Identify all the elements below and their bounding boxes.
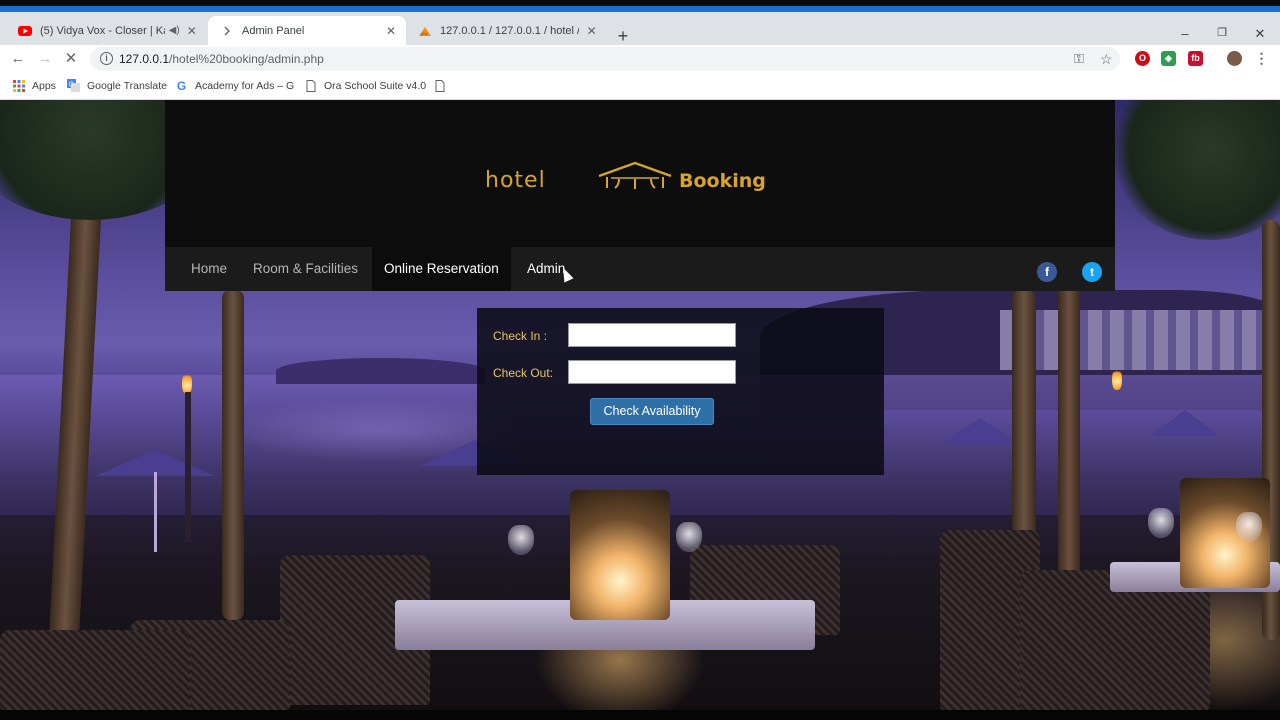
background-headland bbox=[276, 358, 486, 384]
tab-title: 127.0.0.1 / 127.0.0.1 / hotel / m bbox=[440, 24, 580, 37]
bookmark-apps[interactable]: Apps bbox=[12, 79, 56, 92]
extension-fb-icon[interactable]: fb bbox=[1188, 51, 1203, 66]
phpmyadmin-icon: php bbox=[418, 24, 432, 38]
star-bookmark-icon[interactable]: ☆ bbox=[1100, 51, 1113, 68]
browser-toolbar: ← → ✕ i 127.0.0.1/hotel%20booking/admin.… bbox=[0, 45, 1280, 73]
url-text[interactable]: 127.0.0.1/hotel%20booking/admin.php bbox=[119, 52, 324, 66]
reservation-form: Check In : Check Out: Check Availability bbox=[477, 308, 884, 475]
background-torch-flame bbox=[182, 372, 192, 394]
hotel-roof-logo-icon bbox=[598, 161, 672, 189]
window-frame-bottom bbox=[0, 710, 1280, 720]
forward-button[interactable]: → bbox=[36, 50, 54, 68]
facebook-icon[interactable]: f bbox=[1037, 262, 1057, 282]
site-navigation: Home Room & Facilities Online Reservatio… bbox=[165, 247, 1115, 291]
tab-bar: (5) Vidya Vox - Closer | Kabir ◀) ✕ Admi… bbox=[0, 12, 1280, 45]
page-icon bbox=[304, 79, 317, 92]
bookmark-label: Ora School Suite v4.0 bbox=[324, 79, 427, 92]
hotel-booking-logo[interactable]: hotel Booking bbox=[485, 160, 805, 200]
bookmark-google-translate[interactable]: G Google Translate bbox=[67, 79, 167, 92]
background-wine-glass bbox=[508, 525, 534, 555]
twitter-glyph: t bbox=[1090, 265, 1094, 279]
google-icon: G bbox=[176, 78, 187, 93]
background-palm-tree bbox=[222, 290, 244, 620]
new-tab-button[interactable]: + bbox=[614, 27, 632, 46]
back-button[interactable]: ← bbox=[9, 50, 27, 68]
bookmark-ora-school-suite[interactable]: Ora School Suite v4.0 bbox=[304, 79, 426, 92]
site-info-icon[interactable]: i bbox=[100, 52, 113, 65]
background-palm-fronds bbox=[1110, 100, 1280, 240]
key-icon[interactable]: ⚿ bbox=[1074, 51, 1084, 67]
svg-text:php: php bbox=[421, 31, 428, 36]
loading-icon bbox=[220, 24, 234, 38]
check-availability-button[interactable]: Check Availability bbox=[590, 398, 714, 425]
close-tab-icon[interactable]: ✕ bbox=[186, 24, 198, 38]
bookmark-academy-for-ads[interactable]: G Academy for Ads – G bbox=[175, 78, 295, 93]
address-bar[interactable]: i 127.0.0.1/hotel%20booking/admin.php ⚿ … bbox=[90, 47, 1120, 71]
background-palm-tree bbox=[1058, 250, 1080, 610]
logo-text-booking: Booking bbox=[679, 170, 766, 192]
bookmark-untitled[interactable] bbox=[433, 79, 453, 92]
extension-icon[interactable]: ◆ bbox=[1161, 51, 1176, 66]
check-out-label: Check Out: bbox=[493, 366, 554, 380]
nav-online-reservation[interactable]: Online Reservation bbox=[372, 247, 511, 291]
window-frame-top bbox=[0, 0, 1280, 12]
background-wine-glass bbox=[1148, 508, 1174, 538]
background-torch bbox=[185, 392, 191, 542]
logo-text-hotel: hotel bbox=[485, 168, 546, 193]
close-tab-icon[interactable]: ✕ bbox=[585, 24, 598, 38]
page-viewport: hotel Booking Home Room & Facilities Onl… bbox=[0, 100, 1280, 710]
tab-youtube[interactable]: (5) Vidya Vox - Closer | Kabir ◀) ✕ bbox=[6, 16, 206, 45]
speaker-icon[interactable]: ◀) bbox=[169, 25, 180, 36]
nav-home[interactable]: Home bbox=[179, 247, 239, 291]
svg-text:G: G bbox=[69, 82, 74, 89]
bookmark-label: Apps bbox=[32, 79, 56, 92]
bookmark-label: Google Translate bbox=[87, 79, 167, 92]
maximize-button[interactable]: ❐ bbox=[1212, 26, 1232, 39]
bookmark-label: Academy for Ads – G bbox=[195, 79, 295, 92]
page-icon bbox=[433, 79, 446, 92]
profile-avatar[interactable] bbox=[1227, 51, 1242, 66]
url-host: 127.0.0.1 bbox=[119, 52, 170, 66]
site-header: hotel Booking bbox=[165, 100, 1115, 247]
close-window-button[interactable]: ✕ bbox=[1250, 26, 1270, 42]
nav-room-facilities[interactable]: Room & Facilities bbox=[241, 247, 370, 291]
bookmarks-bar: Apps G Google Translate G Academy for Ad… bbox=[0, 73, 1280, 100]
twitter-icon[interactable]: t bbox=[1082, 262, 1102, 282]
minimize-button[interactable]: – bbox=[1175, 26, 1195, 41]
apps-grid-icon bbox=[12, 79, 25, 92]
url-path: /hotel%20booking/admin.php bbox=[169, 52, 324, 66]
tab-title: (5) Vidya Vox - Closer | Kabir bbox=[40, 24, 165, 37]
opera-extension-icon[interactable]: O bbox=[1135, 51, 1150, 66]
background-umbrella-pole bbox=[154, 472, 157, 552]
tab-admin-panel[interactable]: Admin Panel ✕ bbox=[208, 16, 406, 45]
tab-phpmyadmin[interactable]: php 127.0.0.1 / 127.0.0.1 / hotel / m ✕ bbox=[406, 16, 606, 45]
background-resort-buildings bbox=[1000, 310, 1270, 370]
stop-loading-button[interactable]: ✕ bbox=[62, 50, 80, 68]
translate-icon: G bbox=[67, 79, 80, 92]
menu-dots-icon[interactable]: ⋮ bbox=[1254, 51, 1269, 66]
close-tab-icon[interactable]: ✕ bbox=[384, 24, 398, 38]
youtube-icon bbox=[18, 24, 32, 38]
check-in-label: Check In : bbox=[493, 329, 548, 343]
check-in-input[interactable] bbox=[568, 323, 736, 347]
background-chair bbox=[0, 630, 190, 710]
background-lantern bbox=[570, 490, 670, 620]
background-wine-glass bbox=[676, 522, 702, 552]
facebook-glyph: f bbox=[1045, 265, 1049, 279]
tab-title: Admin Panel bbox=[242, 24, 305, 37]
check-out-input[interactable] bbox=[568, 360, 736, 384]
background-wine-glass bbox=[1236, 512, 1262, 542]
background-torch-flame bbox=[1112, 368, 1122, 390]
